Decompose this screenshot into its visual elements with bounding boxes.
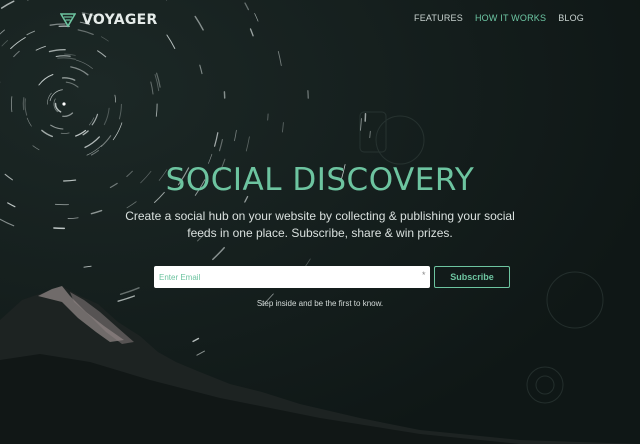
star-trail bbox=[369, 130, 371, 139]
nav-item-blog[interactable]: BLOG bbox=[558, 13, 584, 23]
nav-item-how-it-works[interactable]: HOW IT WORKS bbox=[475, 13, 546, 23]
signup-form: * Subscribe bbox=[154, 266, 510, 288]
brand-name: VOYAGER bbox=[82, 12, 158, 28]
top-navigation: VOYAGER FEATURES HOW IT WORKS BLOG bbox=[0, 0, 640, 40]
brand-logo[interactable]: VOYAGER bbox=[60, 10, 158, 30]
voyager-logo-icon bbox=[60, 13, 76, 28]
signup-note: Step inside and be the first to know. bbox=[256, 299, 384, 308]
nav-menu: FEATURES HOW IT WORKS BLOG bbox=[414, 13, 584, 23]
hero-title: SOCIAL DISCOVERY bbox=[165, 162, 475, 198]
email-input[interactable] bbox=[154, 266, 430, 288]
nav-item-features[interactable]: FEATURES bbox=[414, 13, 463, 23]
hero-subtitle: Create a social hub on your website by c… bbox=[125, 209, 515, 240]
subscribe-button[interactable]: Subscribe bbox=[434, 266, 510, 288]
required-marker: * bbox=[422, 270, 426, 280]
